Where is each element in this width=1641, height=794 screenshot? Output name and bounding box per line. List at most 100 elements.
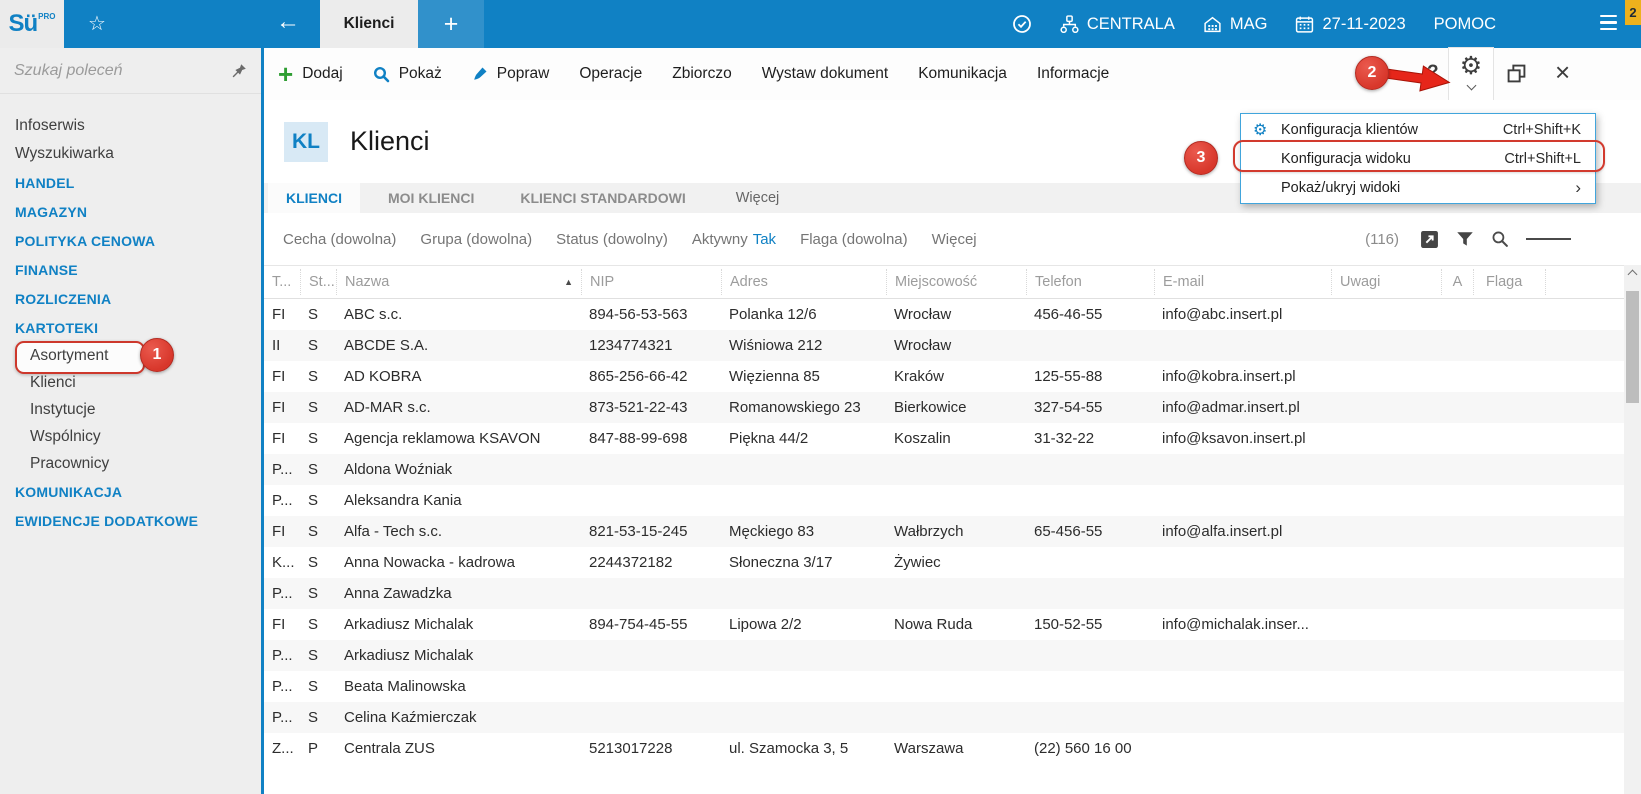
column-header-typ[interactable]: T...: [264, 269, 300, 295]
clients-table: T... St... Nazwa NIP Adres Miejscowość T…: [264, 265, 1624, 794]
close-view-icon[interactable]: [1555, 57, 1570, 88]
menu-item-pokaz-ukryj-widoki[interactable]: Pokaż/ukryj widoki: [1241, 173, 1595, 202]
vertical-scrollbar[interactable]: [1624, 265, 1641, 794]
table-row[interactable]: Z... P Centrala ZUS 5213017228 ul. Szamo…: [264, 733, 1624, 764]
table-row[interactable]: P... S Celina Kaźmierczak: [264, 702, 1624, 733]
add-button[interactable]: Dodaj: [278, 65, 343, 83]
main-menu-icon[interactable]: [1600, 15, 1617, 30]
sidebar-item[interactable]: MAGAZYN: [0, 197, 261, 226]
settings-gear-button[interactable]: [1449, 48, 1493, 100]
tab-klienci[interactable]: Klienci: [320, 0, 418, 48]
warehouse-building-icon: [1203, 15, 1222, 34]
filter-chip[interactable]: Status (dowolny): [556, 231, 668, 248]
new-tab-button[interactable]: [418, 0, 484, 48]
scroll-up-arrow-icon[interactable]: [1628, 270, 1638, 280]
view-tab-klienci[interactable]: KLIENCI: [268, 183, 360, 213]
view-tab-moi-klienci[interactable]: MOI KLIENCI: [370, 183, 492, 213]
warehouse-selector[interactable]: MAG: [1203, 15, 1268, 34]
table-body: FI S ABC s.c. 894-56-53-563 Polanka 12/6…: [264, 299, 1624, 764]
current-date: 27-11-2023: [1322, 15, 1405, 34]
command-search-input[interactable]: Szukaj poleceń: [0, 48, 261, 94]
column-header-nazwa[interactable]: Nazwa: [336, 269, 581, 295]
table-row[interactable]: FI S Agencja reklamowa KSAVON 847-88-99-…: [264, 423, 1624, 454]
sidebar-item[interactable]: FINANSE: [0, 255, 261, 284]
module-code-badge: KL: [284, 122, 328, 162]
annotation-step-1: 1: [140, 338, 174, 372]
sidebar-item[interactable]: Wyszukiwarka: [0, 140, 261, 168]
filter-chip[interactable]: Flaga (dowolna): [800, 231, 908, 248]
list-options-icon[interactable]: [1526, 236, 1571, 243]
sync-status-check-icon[interactable]: [1012, 14, 1032, 34]
column-header-email[interactable]: E-mail: [1154, 269, 1331, 295]
table-row[interactable]: K... S Anna Nowacka - kadrowa 2244372182…: [264, 547, 1624, 578]
menu-item-konfiguracja-klientow[interactable]: Konfiguracja klientów Ctrl+Shift+K: [1241, 115, 1595, 144]
app-window: SüPRO Klienci CENTRALA: [0, 0, 1641, 794]
information-menu[interactable]: Informacje: [1037, 65, 1109, 83]
sidebar-item[interactable]: KOMUNIKACJA: [0, 477, 261, 506]
duplicate-view-icon[interactable]: [1507, 64, 1526, 88]
communication-menu[interactable]: Komunikacja: [918, 65, 1007, 83]
sidebar-item[interactable]: Asortyment: [0, 342, 261, 369]
sidebar-item[interactable]: Pracownicy: [0, 450, 261, 477]
back-arrow-icon[interactable]: [276, 8, 300, 36]
show-button[interactable]: Pokaż: [373, 65, 442, 83]
sidebar-item[interactable]: HANDEL: [0, 168, 261, 197]
edit-button[interactable]: Popraw: [472, 65, 550, 83]
bulk-menu[interactable]: Zbiorczo: [672, 65, 731, 83]
column-header-a[interactable]: A: [1441, 269, 1473, 295]
pin-icon[interactable]: [231, 63, 247, 79]
filter-chip[interactable]: Grupa (dowolna): [420, 231, 532, 248]
page-title: Klienci: [350, 126, 430, 157]
filter-chip[interactable]: Więcej: [932, 231, 977, 248]
filter-chip[interactable]: Cecha (dowolna): [283, 231, 396, 248]
table-row[interactable]: FI S Alfa - Tech s.c. 821-53-15-245 Męck…: [264, 516, 1624, 547]
table-row[interactable]: P... S Arkadiusz Michalak: [264, 640, 1624, 671]
company-name: CENTRALA: [1087, 15, 1175, 34]
column-header-miejscowosc[interactable]: Miejscowość: [886, 269, 1026, 295]
table-row[interactable]: FI S AD KOBRA 865-256-66-42 Więzienna 85…: [264, 361, 1624, 392]
table-row[interactable]: P... S Anna Zawadzka: [264, 578, 1624, 609]
column-header-flaga[interactable]: Flaga: [1473, 269, 1545, 295]
search-list-icon[interactable]: [1491, 230, 1509, 248]
export-icon[interactable]: [1420, 230, 1439, 249]
column-header-uwagi[interactable]: Uwagi: [1331, 269, 1441, 295]
column-header-nip[interactable]: NIP: [581, 269, 721, 295]
view-tab-klienci-standardowi[interactable]: KLIENCI STANDARDOWI: [502, 183, 703, 213]
filter-chip[interactable]: AktywnyTak: [692, 231, 776, 248]
app-logo[interactable]: SüPRO: [0, 0, 64, 48]
sidebar-item[interactable]: Wspólnicy: [0, 423, 261, 450]
sidebar-item[interactable]: KARTOTEKI: [0, 313, 261, 342]
operations-menu[interactable]: Operacje: [579, 65, 642, 83]
column-header-adres[interactable]: Adres: [721, 269, 886, 295]
sidebar-item[interactable]: Infoserwis: [0, 112, 261, 140]
issue-document-menu[interactable]: Wystaw dokument: [762, 65, 889, 83]
menu-item-konfiguracja-widoku[interactable]: Konfiguracja widoku Ctrl+Shift+L: [1241, 144, 1595, 173]
notification-badge[interactable]: 2: [1625, 0, 1641, 25]
table-row[interactable]: FI S ABC s.c. 894-56-53-563 Polanka 12/6…: [264, 299, 1624, 330]
column-header-telefon[interactable]: Telefon: [1026, 269, 1154, 295]
sidebar-item[interactable]: ROZLICZENIA: [0, 284, 261, 313]
table-row[interactable]: P... S Beata Malinowska: [264, 671, 1624, 702]
sidebar-item[interactable]: EWIDENCJE DODATKOWE: [0, 506, 261, 535]
filter-bar: Cecha (dowolna) Grupa (dowolna) Status (…: [264, 213, 1641, 265]
date-selector[interactable]: 27-11-2023: [1295, 15, 1405, 34]
help-label: POMOC: [1434, 15, 1496, 34]
result-count: (116): [1365, 231, 1399, 248]
company-selector[interactable]: CENTRALA: [1060, 15, 1175, 34]
scrollbar-thumb[interactable]: [1626, 291, 1639, 403]
table-row[interactable]: P... S Aldona Woźniak: [264, 454, 1624, 485]
help-menu[interactable]: POMOC: [1434, 15, 1496, 34]
table-row[interactable]: P... S Aleksandra Kania: [264, 485, 1624, 516]
shortcut-label: Ctrl+Shift+K: [1503, 122, 1581, 138]
filter-funnel-icon[interactable]: [1456, 231, 1474, 248]
table-row[interactable]: II S ABCDE S.A. 1234774321 Wiśniowa 212 …: [264, 330, 1624, 361]
sidebar-item[interactable]: POLITYKA CENOWA: [0, 226, 261, 255]
table-row[interactable]: FI S AD-MAR s.c. 873-521-22-43 Romanowsk…: [264, 392, 1624, 423]
view-tab-more[interactable]: Więcej: [714, 183, 802, 213]
plus-icon: [278, 65, 293, 83]
sidebar-item[interactable]: Instytucje: [0, 396, 261, 423]
sidebar-item[interactable]: Klienci: [0, 369, 261, 396]
table-row[interactable]: FI S Arkadiusz Michalak 894-754-45-55 Li…: [264, 609, 1624, 640]
column-header-status[interactable]: St...: [300, 269, 336, 295]
favorites-star-icon[interactable]: [88, 11, 106, 36]
